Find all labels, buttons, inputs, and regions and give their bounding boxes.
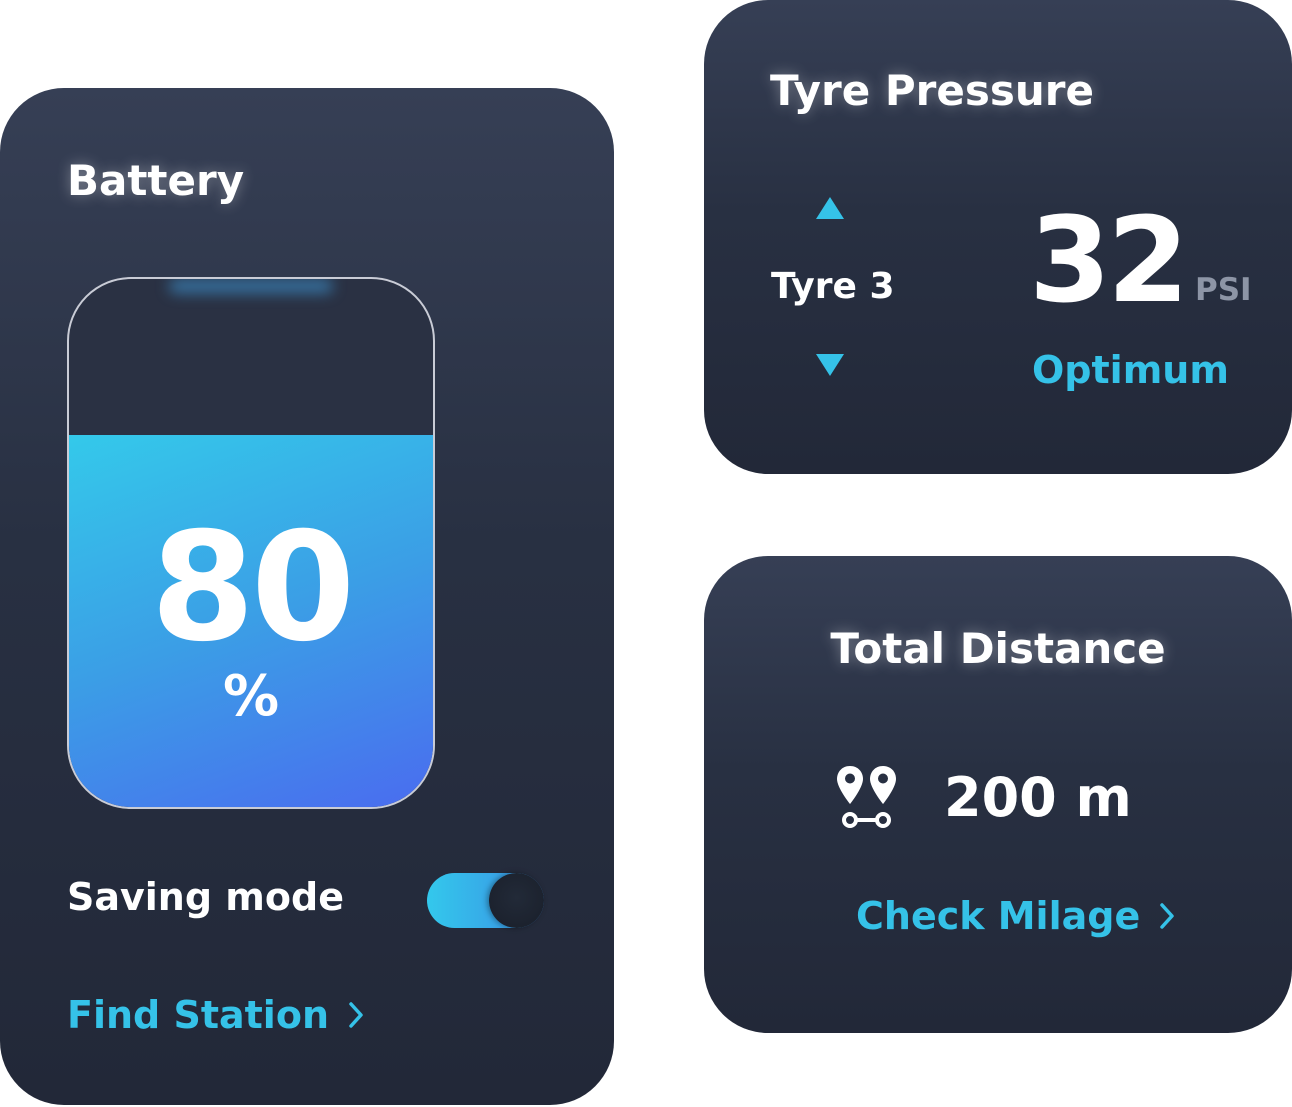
tyre-selector-label: Tyre 3 xyxy=(771,266,895,307)
battery-percentage-unit: % xyxy=(222,664,280,729)
find-station-link[interactable]: Find Station xyxy=(67,993,363,1037)
toggle-knob[interactable] xyxy=(489,873,544,928)
chevron-right-icon xyxy=(349,1002,363,1028)
battery-gauge: 80 % xyxy=(67,277,435,809)
tyre-pressure-value: 32 xyxy=(1029,191,1189,329)
chevron-down-icon[interactable] xyxy=(816,354,844,376)
chevron-up-icon[interactable] xyxy=(816,197,844,219)
saving-mode-toggle[interactable] xyxy=(427,873,544,928)
tyre-pressure-title: Tyre Pressure xyxy=(770,66,1094,115)
chevron-right-icon xyxy=(1160,903,1174,929)
saving-mode-label: Saving mode xyxy=(67,875,344,919)
check-milage-label: Check Milage xyxy=(856,894,1141,938)
battery-card: Battery 80 % Saving mode Find Station xyxy=(0,88,614,1105)
tyre-pressure-status: Optimum xyxy=(1032,348,1229,392)
total-distance-title: Total Distance xyxy=(830,624,1166,673)
battery-glow xyxy=(169,279,333,293)
total-distance-value: 200 m xyxy=(944,766,1132,829)
tyre-pressure-card: Tyre Pressure Tyre 3 32 PSI Optimum xyxy=(704,0,1292,474)
battery-percentage-value: 80 xyxy=(150,501,356,675)
find-station-label: Find Station xyxy=(67,993,329,1037)
tyre-pressure-unit: PSI xyxy=(1195,272,1252,308)
battery-title: Battery xyxy=(67,156,245,205)
total-distance-card: Total Distance 200 m Check Milage xyxy=(704,556,1292,1033)
check-milage-link[interactable]: Check Milage xyxy=(856,894,1174,938)
route-icon xyxy=(837,766,896,828)
